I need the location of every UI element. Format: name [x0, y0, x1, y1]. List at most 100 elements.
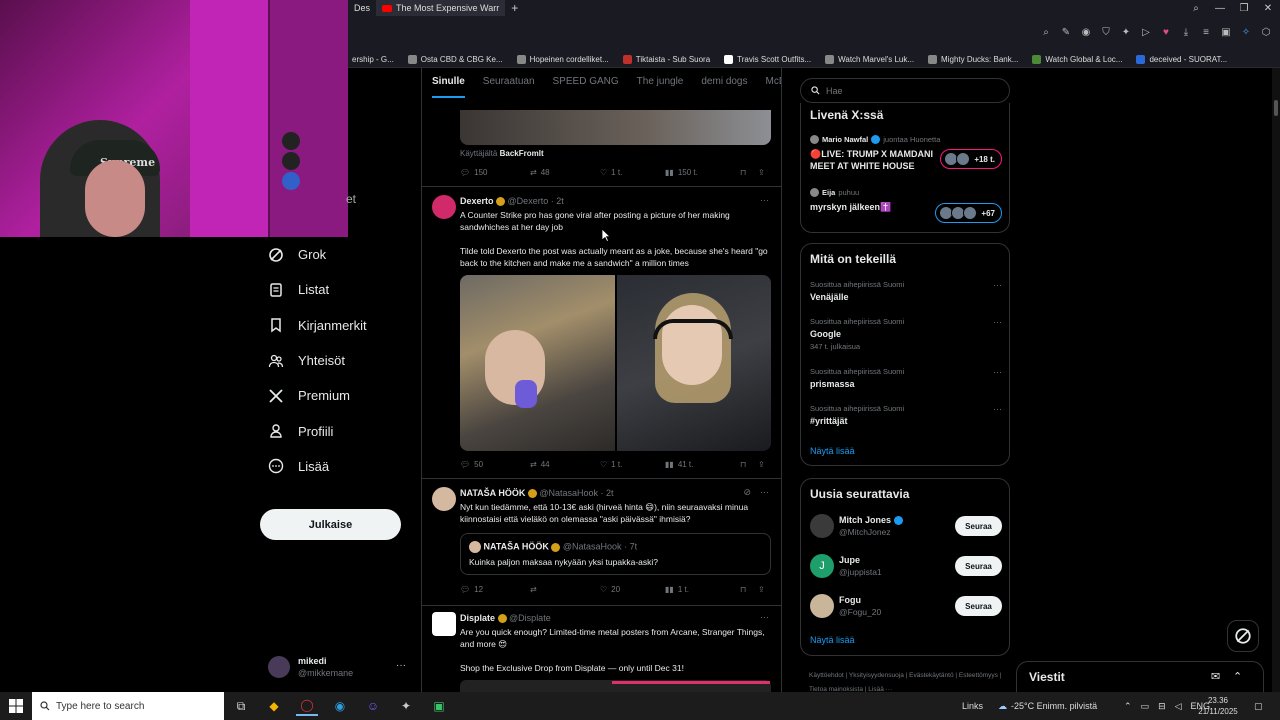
footer-link[interactable]: Yksityisyydensuoja: [849, 672, 904, 679]
bookmark-item[interactable]: Mighty Ducks: Bank...: [928, 55, 1018, 64]
bookmark-item[interactable]: deceived - SUORAT...: [1136, 55, 1227, 64]
new-tab-button[interactable]: +: [505, 1, 524, 15]
page-scrollbar[interactable]: [1272, 68, 1280, 692]
share-icon[interactable]: ⇪: [758, 168, 772, 177]
nav-item-grok[interactable]: Grok: [260, 237, 420, 272]
reply-button[interactable]: 💬︎ 12: [460, 585, 530, 594]
heart-icon[interactable]: ♥: [1160, 26, 1172, 38]
follow-button[interactable]: Seuraa: [955, 596, 1002, 616]
puzzle-icon[interactable]: ✦: [1120, 26, 1132, 38]
nav-item-more[interactable]: Lisää: [260, 449, 420, 484]
task-view-icon[interactable]: ⧉: [230, 696, 252, 716]
follow-button[interactable]: Seuraa: [955, 556, 1002, 576]
bookmark-item[interactable]: ership - G...: [352, 55, 394, 64]
bookmark-item[interactable]: Osta CBD & CBG Ke...: [407, 55, 503, 64]
tab-following[interactable]: Seuraatuan: [483, 76, 535, 104]
app-icon[interactable]: ▣: [428, 696, 450, 716]
post-button[interactable]: Julkaise: [260, 509, 401, 540]
quoted-post[interactable]: NATAŠA HÖÖK @NatasaHook · 7t Kuinka palj…: [460, 533, 771, 575]
footer-link[interactable]: Esteettömyys: [959, 672, 998, 679]
tab-the-jungle[interactable]: The jungle: [637, 76, 684, 104]
tab-speed-gang[interactable]: SPEED GANG: [553, 76, 619, 104]
account-more-icon[interactable]: ···: [396, 660, 406, 671]
tab-demi-dogs[interactable]: demi dogs: [701, 76, 747, 104]
trend-item[interactable]: Suosittua aihepiirissä Suomi #yrittäjät …: [810, 404, 1002, 426]
reply-button[interactable]: 💬︎ 50: [460, 460, 530, 469]
live-listeners-badge[interactable]: +67: [935, 203, 1002, 223]
camera-icon[interactable]: ◉: [1080, 26, 1092, 38]
cube-icon[interactable]: ⬡: [1260, 26, 1272, 38]
bookmark-item[interactable]: Watch Marvel's Luk...: [825, 55, 914, 64]
weather-widget[interactable]: ☁ -25°C Enimm. pilvistä: [998, 692, 1097, 720]
follow-show-more-link[interactable]: Näytä lisää: [810, 635, 855, 645]
tab-mcdonald[interactable]: McDonald: [766, 76, 782, 104]
tray-chevron-icon[interactable]: ⌃: [1124, 701, 1132, 712]
opera-gx-icon[interactable]: ◯: [296, 696, 318, 716]
bookmark-item[interactable]: Watch Global & Loc...: [1032, 55, 1122, 64]
views-button[interactable]: ▮▮ 150 t.: [665, 168, 740, 177]
menu-icon[interactable]: ≡: [1200, 26, 1212, 38]
grok-post-icon[interactable]: ⊘: [743, 487, 751, 498]
bookmark-item[interactable]: Hopeinen cordelliket...: [516, 55, 609, 64]
like-button[interactable]: ♡ 1 t.: [600, 460, 665, 469]
nav-item-premium[interactable]: Premium: [260, 378, 420, 413]
search-tabs-icon[interactable]: ⌕: [1184, 0, 1208, 16]
download-icon[interactable]: ⤓: [1180, 26, 1192, 38]
bookmark-item[interactable]: Travis Scott Outfits...: [724, 55, 811, 64]
nav-item-profile[interactable]: Profiili: [260, 413, 420, 448]
bookmark-button[interactable]: ⊓: [740, 585, 758, 594]
post-image-left[interactable]: [460, 275, 615, 451]
reply-button[interactable]: 💬︎ 150: [460, 168, 530, 177]
post-more-icon[interactable]: ···: [760, 612, 769, 622]
trends-show-more-link[interactable]: Näytä lisää: [810, 446, 855, 456]
app-icon[interactable]: ◆: [263, 696, 285, 716]
repost-button[interactable]: ⇄: [530, 585, 600, 594]
post-media[interactable]: [460, 110, 771, 145]
account-switcher[interactable]: mikedi @mikkemane ···: [268, 652, 418, 682]
trend-item[interactable]: Suosittua aihepiirissä Suomi Google 347 …: [810, 317, 1002, 351]
post-image-grid[interactable]: [460, 275, 771, 451]
edit-icon[interactable]: ✎: [1060, 26, 1072, 38]
lock-icon[interactable]: ▣: [1220, 26, 1232, 38]
post-more-icon[interactable]: ···: [760, 487, 769, 497]
share-icon[interactable]: ⇪: [758, 585, 772, 594]
live-listeners-badge[interactable]: +18 t.: [940, 149, 1002, 169]
live-item[interactable]: Mario Nawfal juontaa Huonetta 🔴LIVE: TRUM…: [810, 135, 1002, 177]
footer-link[interactable]: Käyttöehdot: [809, 672, 844, 679]
network-icon[interactable]: ⊟: [1158, 701, 1166, 712]
views-button[interactable]: ▮▮ 1 t.: [665, 585, 740, 594]
follow-button[interactable]: Seuraa: [955, 516, 1002, 536]
taskbar-clock[interactable]: 23.36 21/11/2025: [1196, 695, 1240, 717]
nav-item-lists[interactable]: Listat: [260, 272, 420, 307]
edge-icon[interactable]: ◉: [329, 696, 351, 716]
taskbar-search-input[interactable]: Type here to search: [32, 692, 224, 720]
footer-link[interactable]: Evästekäytäntö: [909, 672, 953, 679]
nav-item-bookmarks[interactable]: Kirjanmerkit: [260, 308, 420, 343]
bookmark-item[interactable]: Tiktaista - Sub Suora: [622, 55, 710, 64]
follow-suggestion[interactable]: Fogu @Fogu_20 Seuraa: [810, 593, 1002, 619]
bookmark-button[interactable]: ⊓: [740, 460, 758, 469]
repost-button[interactable]: ⇄ 44: [530, 460, 600, 469]
trend-more-icon[interactable]: ···: [993, 280, 1002, 290]
trend-item[interactable]: Suosittua aihepiirissä Suomi Venäjälle ·…: [810, 280, 1002, 302]
search-input[interactable]: Hae: [800, 78, 1010, 103]
discord-icon[interactable]: ☺: [362, 696, 384, 716]
follow-suggestion[interactable]: J Jupe @juppista1 Seuraa: [810, 553, 1002, 579]
like-button[interactable]: ♡ 1 t.: [600, 168, 665, 177]
links-toolbar[interactable]: Links: [962, 692, 983, 720]
tab-for-you[interactable]: Sinulle: [432, 76, 465, 98]
trend-more-icon[interactable]: ···: [993, 404, 1002, 414]
tab-previous[interactable]: Des: [348, 0, 376, 16]
trend-more-icon[interactable]: ···: [993, 317, 1002, 327]
repost-button[interactable]: ⇄ 48: [530, 168, 600, 177]
restore-icon[interactable]: ❐: [1232, 0, 1256, 16]
play-icon[interactable]: ▷: [1140, 26, 1152, 38]
post-more-icon[interactable]: ···: [760, 195, 769, 205]
views-button[interactable]: ▮▮ 41 t.: [665, 460, 740, 469]
messages-drawer[interactable]: Viestit ✉ ⌃: [1016, 661, 1264, 692]
bookmark-button[interactable]: ⊓: [740, 168, 758, 177]
nav-item-communities[interactable]: Yhteisöt: [260, 343, 420, 378]
minimize-icon[interactable]: —: [1208, 0, 1232, 16]
share-icon[interactable]: ⇪: [758, 460, 772, 469]
trend-item[interactable]: Suosittua aihepiirissä Suomi prismassa ·…: [810, 367, 1002, 389]
